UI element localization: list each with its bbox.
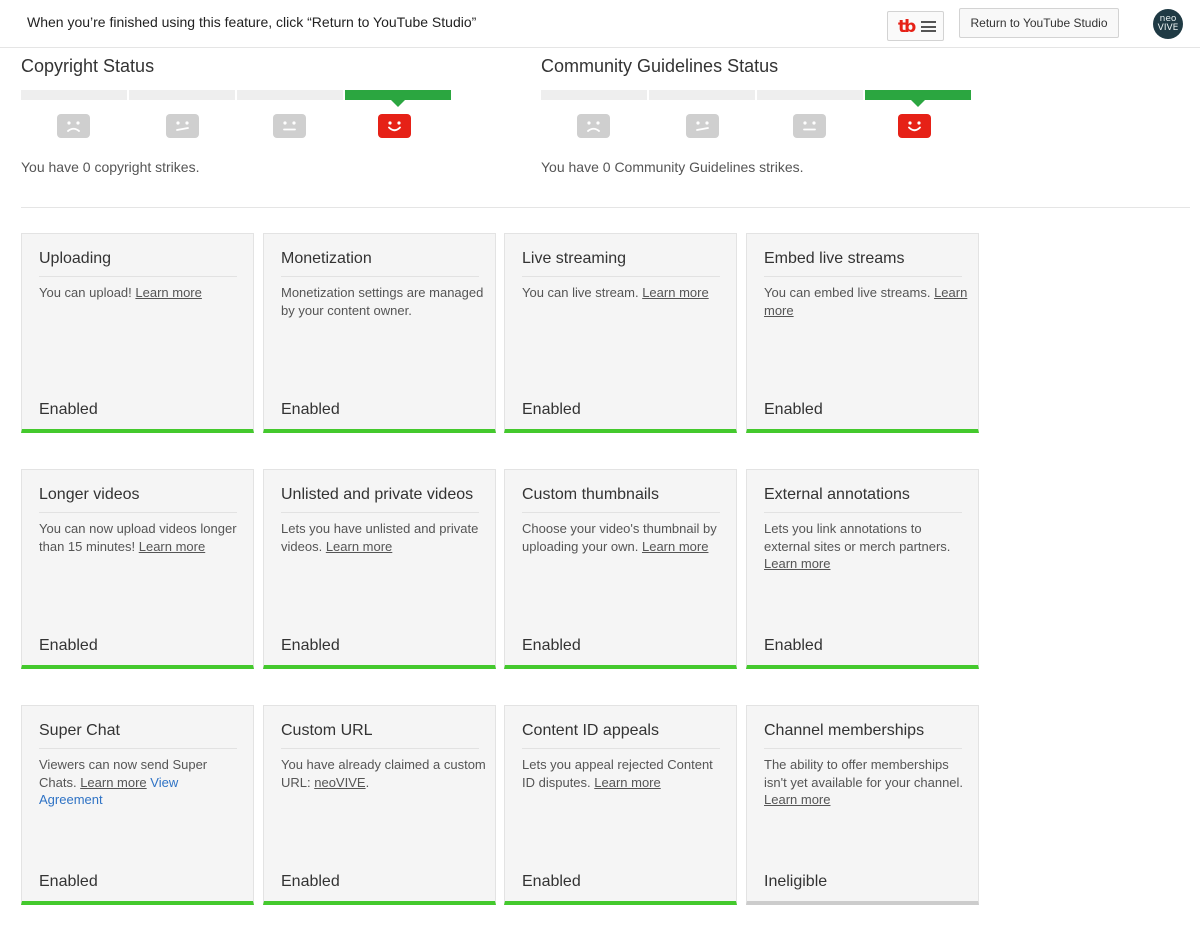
feature-card-longer-videos: Longer videos You can now upload videos … — [21, 469, 254, 669]
card-description: Choose your video's thumbnail by uploadi… — [522, 521, 717, 554]
copyright-strike-bar — [21, 90, 451, 107]
feature-card-custom-url: Custom URL You have already claimed a cu… — [263, 705, 496, 905]
copyright-status-title: Copyright Status — [21, 56, 155, 76]
card-description: The ability to offer memberships isn't y… — [764, 757, 964, 807]
card-status: Enabled — [281, 401, 340, 418]
strike-segment-active — [865, 90, 971, 107]
unsure-face-icon — [686, 114, 719, 138]
happy-face-icon — [898, 114, 931, 138]
card-description: You can now upload videos longer than 15… — [39, 521, 237, 554]
learn-more-link[interactable]: Learn more — [764, 556, 830, 571]
frown-face-icon — [57, 114, 90, 138]
learn-more-link[interactable]: Learn more — [764, 792, 830, 807]
neutral-face-icon — [793, 114, 826, 138]
custom-url-link[interactable]: neoVIVE — [314, 775, 365, 790]
card-title: Live streaming — [522, 250, 720, 277]
feature-card-external-annotations: External annotations Lets you link annot… — [746, 469, 979, 669]
feature-card-channel-memberships: Channel memberships The ability to offer… — [746, 705, 979, 905]
feature-card-uploading: Uploading You can upload! Learn more Ena… — [21, 233, 254, 433]
neutral-face-icon — [273, 114, 306, 138]
avatar[interactable]: neo VIVE — [1153, 9, 1183, 39]
card-title: Channel memberships — [764, 722, 962, 749]
card-title: Custom URL — [281, 722, 479, 749]
return-to-studio-button[interactable]: Return to YouTube Studio — [959, 8, 1119, 38]
learn-more-link[interactable]: Learn more — [139, 539, 205, 554]
card-description: Monetization settings are managed by you… — [281, 285, 484, 318]
community-strike-bar — [541, 90, 971, 107]
feature-card-monetization: Monetization Monetization settings are m… — [263, 233, 496, 433]
learn-more-link[interactable]: Learn more — [326, 539, 392, 554]
feature-card-super-chat: Super Chat Viewers can now send Super Ch… — [21, 705, 254, 905]
card-description: Lets you have unlisted and private video… — [281, 521, 479, 554]
frown-face-icon — [577, 114, 610, 138]
feature-card-content-id-appeals: Content ID appeals Lets you appeal rejec… — [504, 705, 737, 905]
strike-segment — [129, 90, 235, 100]
tubebuddy-menu-button[interactable]: tb — [887, 11, 944, 41]
copyright-strikes-text: You have 0 copyright strikes. — [21, 159, 200, 175]
community-strike-faces — [541, 114, 981, 140]
tubebuddy-logo-icon: tb — [898, 17, 916, 37]
strike-segment — [237, 90, 343, 100]
card-description: Lets you link annotations to external si… — [764, 521, 951, 571]
unsure-face-icon — [166, 114, 199, 138]
card-title: Monetization — [281, 250, 479, 277]
card-status: Enabled — [281, 637, 340, 654]
card-status: Enabled — [281, 873, 340, 890]
happy-face-icon — [378, 114, 411, 138]
card-status: Enabled — [39, 873, 98, 890]
strike-segment — [757, 90, 863, 100]
copyright-status-section: Copyright Status You have 0 copyright st… — [21, 56, 461, 175]
feature-card-unlisted-private-videos: Unlisted and private videos Lets you hav… — [263, 469, 496, 669]
card-status: Enabled — [39, 401, 98, 418]
strike-segment-active — [345, 90, 451, 107]
card-status: Enabled — [764, 637, 823, 654]
learn-more-link[interactable]: Learn more — [135, 285, 201, 300]
card-description: You have already claimed a custom URL: n… — [281, 757, 486, 790]
card-status: Enabled — [522, 401, 581, 418]
learn-more-link[interactable]: Learn more — [594, 775, 660, 790]
strike-segment — [649, 90, 755, 100]
card-description: You can live stream. Learn more — [522, 285, 709, 300]
card-title: Super Chat — [39, 722, 237, 749]
card-status: Enabled — [522, 873, 581, 890]
card-description: You can upload! Learn more — [39, 285, 202, 300]
hamburger-menu-icon — [921, 21, 936, 32]
card-title: External annotations — [764, 486, 962, 513]
card-status: Enabled — [764, 401, 823, 418]
card-title: Embed live streams — [764, 250, 962, 277]
card-status: Ineligible — [764, 873, 828, 890]
learn-more-link[interactable]: Learn more — [642, 285, 708, 300]
learn-more-link[interactable]: Learn more — [642, 539, 708, 554]
top-bar: When you’re finished using this feature,… — [0, 0, 1200, 48]
card-title: Custom thumbnails — [522, 486, 720, 513]
community-strikes-text: You have 0 Community Guidelines strikes. — [541, 159, 804, 175]
community-guidelines-title: Community Guidelines Status — [541, 56, 779, 76]
card-title: Uploading — [39, 250, 237, 277]
card-title: Unlisted and private videos — [281, 486, 479, 513]
feature-card-live-streaming: Live streaming You can live stream. Lear… — [504, 233, 737, 433]
learn-more-link[interactable]: Learn more — [80, 775, 146, 790]
card-title: Content ID appeals — [522, 722, 720, 749]
card-status: Enabled — [522, 637, 581, 654]
feature-card-embed-live-streams: Embed live streams You can embed live st… — [746, 233, 979, 433]
card-description: Lets you appeal rejected Content ID disp… — [522, 757, 713, 790]
return-instruction-text: When you’re finished using this feature,… — [27, 14, 477, 30]
strike-segment — [21, 90, 127, 100]
strike-segment — [541, 90, 647, 100]
copyright-strike-faces — [21, 114, 461, 140]
community-guidelines-section: Community Guidelines Status You have 0 C… — [541, 56, 981, 175]
card-title: Longer videos — [39, 486, 237, 513]
feature-card-custom-thumbnails: Custom thumbnails Choose your video's th… — [504, 469, 737, 669]
card-status: Enabled — [39, 637, 98, 654]
card-description: Viewers can now send Super Chats. Learn … — [39, 757, 208, 807]
section-divider — [21, 207, 1190, 208]
card-description: You can embed live streams. Learn more — [764, 285, 968, 318]
